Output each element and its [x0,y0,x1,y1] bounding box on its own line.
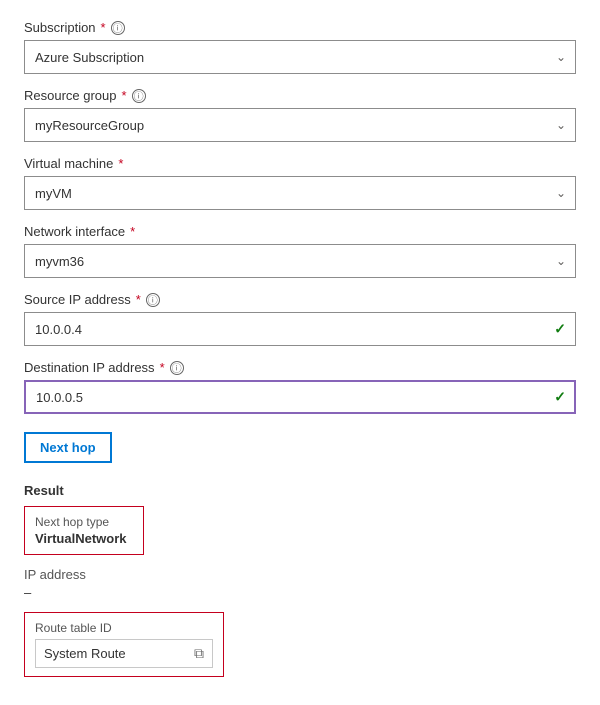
resource-group-required: * [122,88,127,103]
next-hop-type-value: VirtualNetwork [35,531,133,546]
network-interface-required: * [130,224,135,239]
network-interface-label-row: Network interface * [24,224,576,239]
subscription-select-wrapper: Azure Subscription ⌄ [24,40,576,74]
source-ip-input[interactable] [24,312,576,346]
resource-group-info-icon[interactable]: ⓘ [132,89,146,103]
subscription-select[interactable]: Azure Subscription [24,40,576,74]
subscription-label: Subscription [24,20,96,35]
resource-group-label-row: Resource group * ⓘ [24,88,576,103]
copy-icon[interactable]: ⧉ [194,645,204,662]
route-table-value: System Route [44,646,186,661]
result-title: Result [24,483,576,498]
virtual-machine-select-wrapper: myVM ⌄ [24,176,576,210]
network-interface-label: Network interface [24,224,125,239]
destination-ip-group: Destination IP address * ⓘ ✓ [24,360,576,414]
source-ip-check-icon: ✓ [554,321,566,338]
destination-ip-input-wrapper: ✓ [24,380,576,414]
resource-group-select-wrapper: myResourceGroup ⌄ [24,108,576,142]
destination-ip-label-row: Destination IP address * ⓘ [24,360,576,375]
virtual-machine-select[interactable]: myVM [24,176,576,210]
subscription-required: * [101,20,106,35]
source-ip-info-icon[interactable]: ⓘ [146,293,160,307]
resource-group-label: Resource group [24,88,117,103]
subscription-group: Subscription * ⓘ Azure Subscription ⌄ [24,20,576,74]
virtual-machine-group: Virtual machine * myVM ⌄ [24,156,576,210]
route-table-box: Route table ID System Route ⧉ [24,612,224,677]
next-hop-type-label: Next hop type [35,515,133,529]
ip-address-section: IP address – [24,567,576,600]
network-interface-select[interactable]: myvm36 [24,244,576,278]
result-section: Result Next hop type VirtualNetwork IP a… [24,483,576,685]
network-interface-group: Network interface * myvm36 ⌄ [24,224,576,278]
resource-group-select[interactable]: myResourceGroup [24,108,576,142]
route-table-inner: System Route ⧉ [35,639,213,668]
subscription-info-icon[interactable]: ⓘ [111,21,125,35]
destination-ip-input[interactable] [24,380,576,414]
destination-ip-label: Destination IP address [24,360,155,375]
destination-ip-check-icon: ✓ [554,389,566,406]
source-ip-required: * [136,292,141,307]
source-ip-group: Source IP address * ⓘ ✓ [24,292,576,346]
ip-address-value: – [24,585,576,600]
destination-ip-required: * [160,360,165,375]
resource-group-group: Resource group * ⓘ myResourceGroup ⌄ [24,88,576,142]
virtual-machine-required: * [118,156,123,171]
virtual-machine-label-row: Virtual machine * [24,156,576,171]
subscription-label-row: Subscription * ⓘ [24,20,576,35]
next-hop-type-box: Next hop type VirtualNetwork [24,506,144,555]
ip-address-label: IP address [24,567,576,582]
source-ip-input-wrapper: ✓ [24,312,576,346]
network-interface-select-wrapper: myvm36 ⌄ [24,244,576,278]
route-table-label: Route table ID [35,621,213,635]
next-hop-button[interactable]: Next hop [24,432,112,463]
source-ip-label: Source IP address [24,292,131,307]
source-ip-label-row: Source IP address * ⓘ [24,292,576,307]
destination-ip-info-icon[interactable]: ⓘ [170,361,184,375]
virtual-machine-label: Virtual machine [24,156,113,171]
